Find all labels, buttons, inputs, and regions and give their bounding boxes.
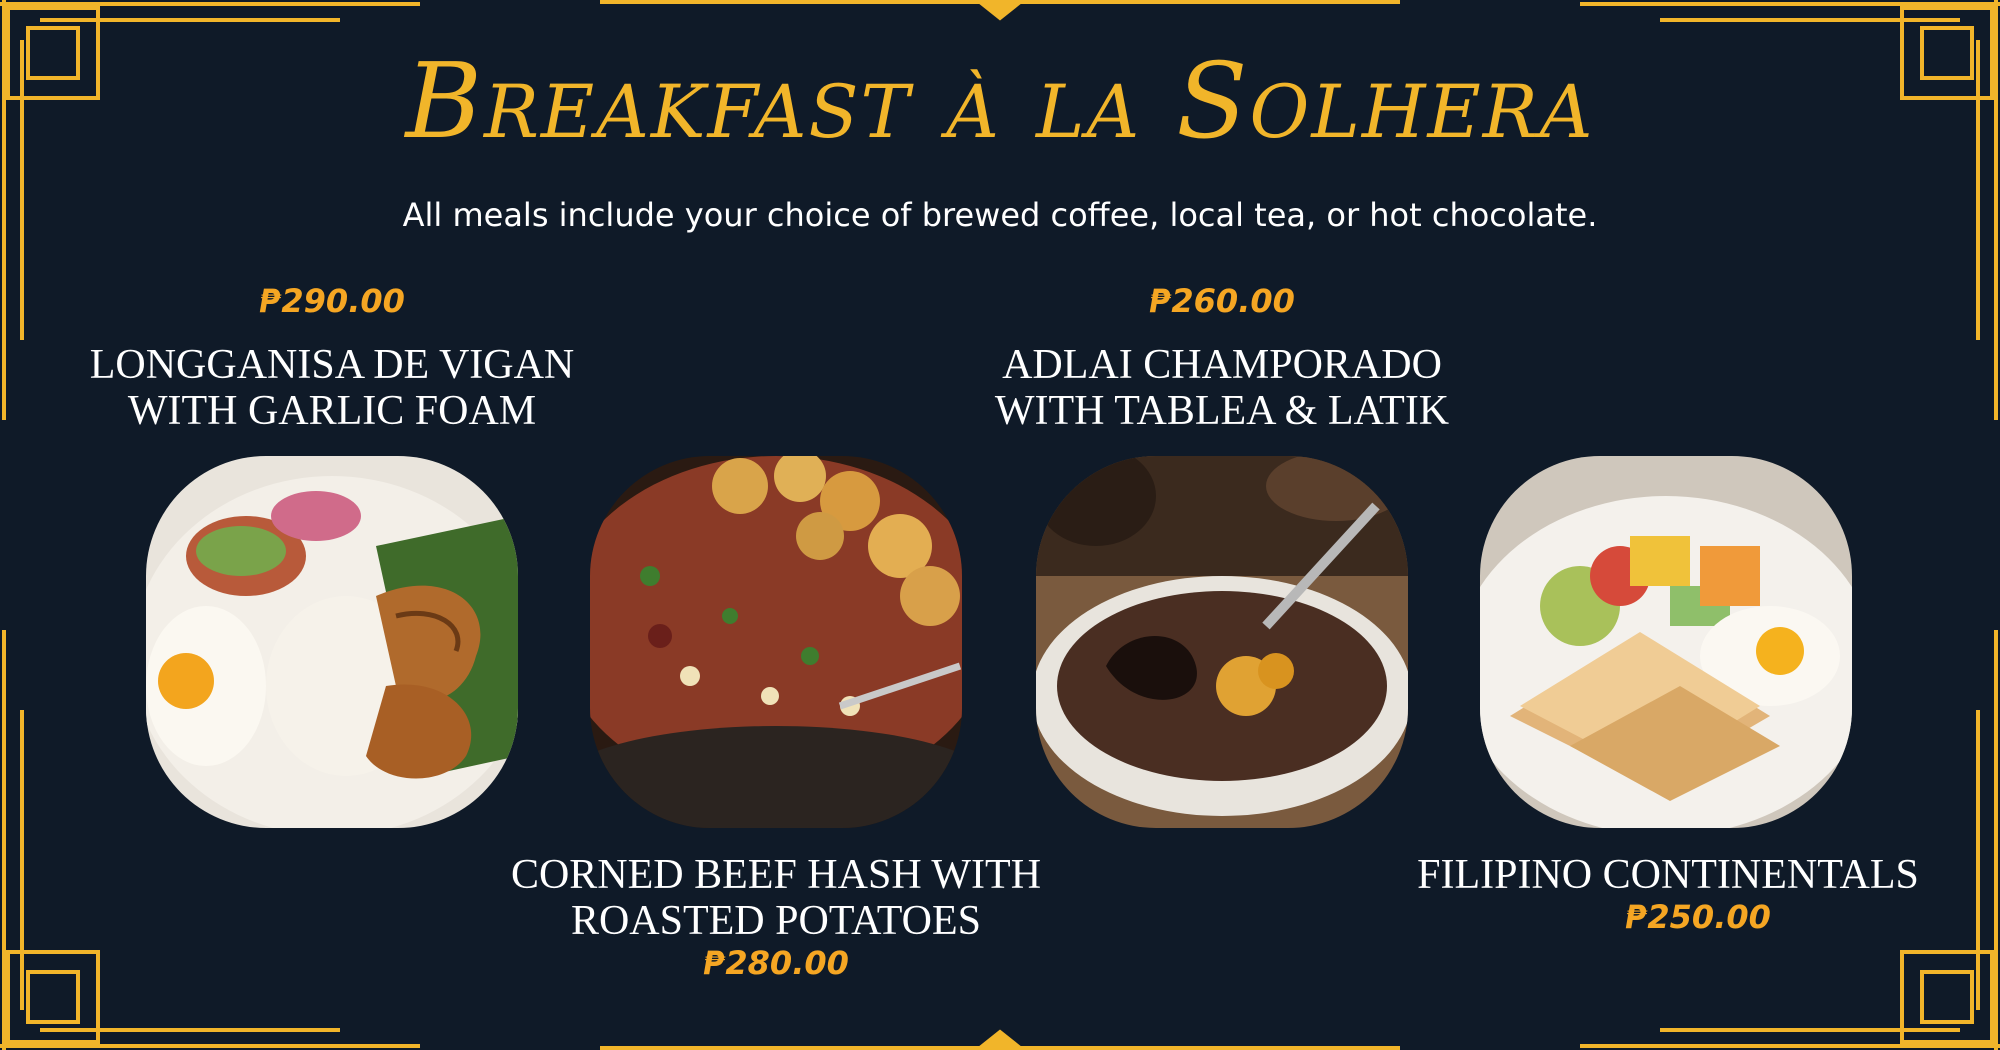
item-name-longganisa: LONGGANISA DE VIGAN WITH GARLIC FOAM [52, 342, 612, 434]
item-name-line: ADLAI CHAMPORADO [1002, 342, 1442, 388]
champorado-bowl-image [1036, 456, 1408, 828]
longganisa-plate-image [146, 456, 518, 828]
item-name-corned-beef: CORNED BEEF HASH WITH ROASTED POTATOES [496, 852, 1056, 944]
continental-breakfast-image [1480, 456, 1852, 828]
corned-beef-hash-image [590, 456, 962, 828]
item-name-line: WITH GARLIC FOAM [127, 388, 537, 434]
photo-longganisa [146, 456, 518, 828]
item-name-line: CORNED BEEF HASH WITH [510, 852, 1042, 898]
photo-champorado [1036, 456, 1408, 828]
item-name-line: ROASTED POTATOES [570, 898, 982, 944]
item-name-line: WITH TABLEA & LATIK [994, 388, 1450, 434]
photo-continentals [1480, 456, 1852, 828]
price-continentals: ₱250.00 [1625, 898, 1771, 936]
item-name-champorado: ADLAI CHAMPORADO WITH TABLEA & LATIK [942, 342, 1502, 434]
item-name-line: FILIPINO CONTINENTALS [1417, 852, 1919, 898]
menu-title: Breakfast à la Solhera [405, 40, 1595, 162]
price-champorado: ₱260.00 [1149, 282, 1295, 320]
price-longganisa: ₱290.00 [259, 282, 405, 320]
menu-subtitle: All meals include your choice of brewed … [402, 196, 1598, 234]
photo-corned-beef [590, 456, 962, 828]
item-name-continentals: FILIPINO CONTINENTALS [1388, 852, 1948, 898]
menu-page: Breakfast à la Solhera All meals include… [0, 0, 2000, 1050]
item-name-line: LONGGANISA DE VIGAN [89, 342, 575, 388]
price-corned-beef: ₱280.00 [703, 944, 849, 982]
